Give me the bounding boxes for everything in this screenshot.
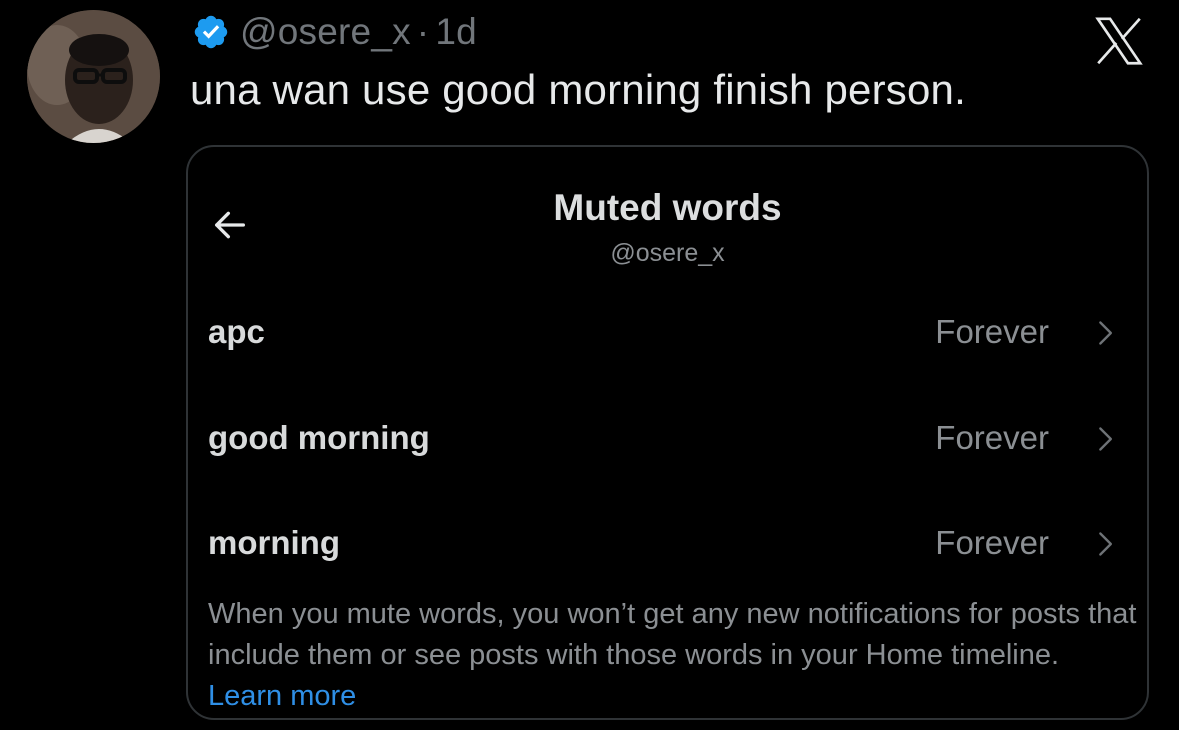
list-item[interactable]: good morning Forever xyxy=(208,413,1119,463)
page-title: Muted words xyxy=(553,187,782,228)
tweet-meta: @osere_x · 1d xyxy=(240,11,477,53)
chevron-right-icon xyxy=(1099,321,1112,345)
list-item[interactable]: morning Forever xyxy=(208,518,1119,568)
author-handle[interactable]: @osere_x xyxy=(240,11,411,52)
chevron-right-icon xyxy=(1099,532,1112,556)
verified-badge-icon xyxy=(194,15,228,49)
tweet-header: @osere_x · 1d xyxy=(192,6,477,58)
page-subtitle: @osere_x xyxy=(610,239,725,267)
mute-duration: Forever xyxy=(935,524,1049,561)
muted-words-explainer: When you mute words, you won’t get any n… xyxy=(208,594,1138,717)
muted-word: apc xyxy=(208,313,265,350)
tweet-text: una wan use good morning finish person. xyxy=(190,66,966,113)
learn-more-link[interactable]: Learn more xyxy=(208,680,356,712)
muted-word: good morning xyxy=(208,419,430,456)
avatar[interactable] xyxy=(27,10,160,143)
explainer-text: When you mute words, you won’t get any n… xyxy=(208,598,1137,671)
muted-word: morning xyxy=(208,524,340,561)
list-item[interactable]: apc Forever xyxy=(208,307,1119,357)
avatar-photo xyxy=(27,10,160,143)
mute-duration: Forever xyxy=(935,313,1049,350)
tweet-timestamp[interactable]: 1d xyxy=(435,11,477,52)
mute-duration: Forever xyxy=(935,419,1049,456)
embedded-image-card[interactable]: Muted words @osere_x apc Forever good mo… xyxy=(186,145,1149,720)
chevron-right-icon xyxy=(1099,427,1112,451)
x-logo-icon xyxy=(1095,17,1143,65)
meta-separator: · xyxy=(416,11,430,52)
